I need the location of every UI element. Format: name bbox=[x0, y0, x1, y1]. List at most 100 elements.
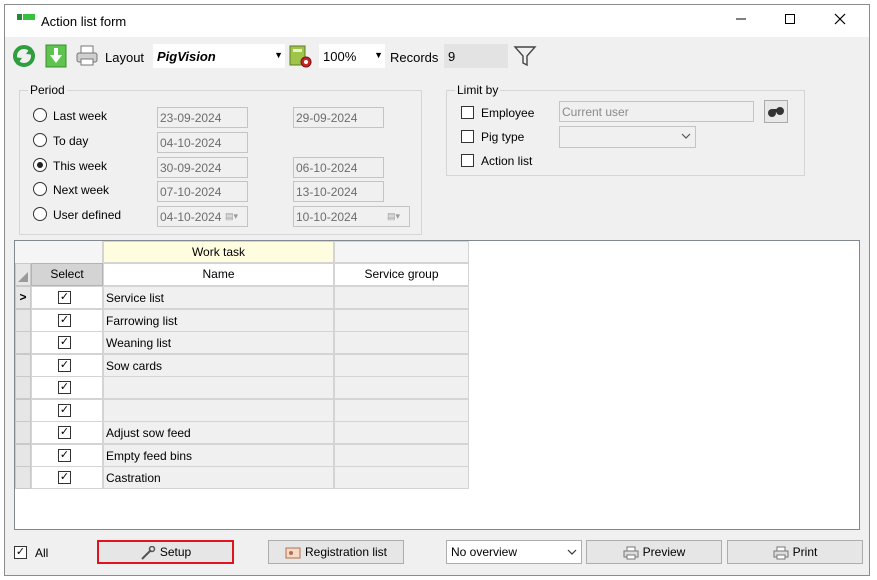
name-cell[interactable]: Weaning list bbox=[103, 331, 334, 354]
corner-triangle-icon bbox=[18, 272, 28, 282]
action-list-checkbox[interactable] bbox=[461, 154, 474, 167]
row-select-checkbox[interactable]: ✓ bbox=[58, 404, 71, 417]
calendar-icon[interactable]: ▤▾ bbox=[225, 211, 243, 222]
row-select-checkbox[interactable]: ✓ bbox=[58, 314, 71, 327]
name-cell[interactable]: Service list bbox=[103, 286, 334, 309]
select-cell: ✓ bbox=[31, 421, 103, 444]
work-task-group-header: Work task bbox=[103, 241, 334, 263]
row-header[interactable]: > bbox=[15, 286, 31, 309]
row-header[interactable] bbox=[15, 466, 31, 489]
preview-label: Preview bbox=[642, 545, 686, 559]
employee-value: Current user bbox=[562, 105, 629, 119]
name-cell[interactable] bbox=[103, 399, 334, 422]
calendar-icon[interactable]: ▤▾ bbox=[387, 211, 405, 222]
group-header-corner bbox=[15, 241, 103, 263]
setup-button[interactable]: Setup bbox=[97, 540, 234, 564]
refresh-button[interactable] bbox=[11, 43, 37, 69]
limit-by-legend: Limit by bbox=[457, 83, 499, 97]
refresh-icon bbox=[13, 45, 35, 67]
service-group-cell[interactable] bbox=[334, 444, 469, 467]
service-group-cell[interactable] bbox=[334, 286, 469, 309]
all-checkbox[interactable]: ✓ bbox=[14, 546, 27, 559]
maximize-button[interactable] bbox=[767, 5, 813, 37]
period-from-date[interactable]: 04-10-2024 ▤▾ bbox=[157, 206, 248, 227]
service-group-cell[interactable] bbox=[334, 354, 469, 377]
minimize-button[interactable] bbox=[718, 5, 764, 37]
action-list-window: Action list form Layout PigVision ▼ 100%… bbox=[4, 4, 870, 576]
row-select-checkbox[interactable]: ✓ bbox=[58, 381, 71, 394]
column-header-service-group[interactable]: Service group bbox=[334, 263, 469, 286]
name-cell[interactable]: Castration bbox=[103, 466, 334, 489]
row-select-checkbox[interactable]: ✓ bbox=[58, 291, 71, 304]
employee-checkbox[interactable] bbox=[461, 106, 474, 119]
row-header[interactable] bbox=[15, 421, 31, 444]
name-cell[interactable]: Empty feed bins bbox=[103, 444, 334, 467]
period-from-value: 04-10-2024 bbox=[160, 210, 222, 224]
preview-button[interactable]: Preview bbox=[586, 540, 722, 564]
pig-type-checkbox[interactable] bbox=[461, 130, 474, 143]
overview-select[interactable]: No overview bbox=[446, 540, 582, 564]
period-from-date: 04-10-2024 bbox=[157, 132, 248, 153]
registration-list-button[interactable]: Registration list bbox=[268, 540, 404, 564]
name-cell[interactable]: Farrowing list bbox=[103, 309, 334, 332]
print-toolbar-button[interactable] bbox=[74, 43, 100, 69]
row-header[interactable] bbox=[15, 354, 31, 377]
name-cell[interactable]: Adjust sow feed bbox=[103, 421, 334, 444]
row-select-checkbox[interactable]: ✓ bbox=[58, 471, 71, 484]
row-header[interactable] bbox=[15, 376, 31, 399]
row-header[interactable] bbox=[15, 444, 31, 467]
column-header-select[interactable]: Select bbox=[31, 263, 103, 286]
download-button[interactable] bbox=[43, 43, 69, 69]
row-header[interactable] bbox=[15, 399, 31, 422]
period-to-date[interactable]: 10-10-2024 ▤▾ bbox=[293, 206, 410, 227]
row-select-checkbox[interactable]: ✓ bbox=[58, 426, 71, 439]
period-radio-2[interactable] bbox=[33, 158, 47, 172]
pig-type-label: Pig type bbox=[481, 130, 525, 144]
column-header-name[interactable]: Name bbox=[103, 263, 334, 286]
period-radio-0[interactable] bbox=[33, 108, 47, 122]
layout-settings-icon bbox=[289, 45, 312, 68]
period-radio-3[interactable] bbox=[33, 182, 47, 196]
name-cell[interactable] bbox=[103, 376, 334, 399]
period-to-value: 13-10-2024 bbox=[296, 185, 358, 199]
filter-icon bbox=[513, 46, 537, 67]
period-from-date: 23-09-2024 bbox=[157, 107, 248, 128]
period-to-date: 29-09-2024 bbox=[293, 107, 384, 128]
period-radio-4[interactable] bbox=[33, 207, 47, 221]
employee-lookup-button[interactable] bbox=[764, 100, 788, 123]
filter-button[interactable] bbox=[512, 43, 538, 69]
layout-combo[interactable]: PigVision ▼ bbox=[153, 44, 285, 68]
zoom-combo[interactable]: 100% ▼ bbox=[319, 44, 385, 68]
period-from-date: 30-09-2024 bbox=[157, 157, 248, 178]
row-select-checkbox[interactable]: ✓ bbox=[58, 336, 71, 349]
row-header[interactable] bbox=[15, 309, 31, 332]
download-icon bbox=[45, 44, 67, 68]
printer-icon bbox=[773, 546, 789, 560]
group-header-blank bbox=[334, 241, 469, 263]
service-group-cell[interactable] bbox=[334, 421, 469, 444]
service-group-cell[interactable] bbox=[334, 399, 469, 422]
period-option-label: To day bbox=[53, 134, 89, 148]
layout-value: PigVision bbox=[157, 49, 216, 64]
name-cell[interactable]: Sow cards bbox=[103, 354, 334, 377]
service-group-cell[interactable] bbox=[334, 309, 469, 332]
service-group-cell[interactable] bbox=[334, 376, 469, 399]
period-option-label: Next week bbox=[53, 183, 110, 197]
layout-settings-button[interactable] bbox=[287, 43, 313, 69]
period-option-label: This week bbox=[53, 159, 108, 173]
row-select-checkbox[interactable]: ✓ bbox=[58, 359, 71, 372]
period-from-value: 07-10-2024 bbox=[160, 185, 222, 199]
maximize-icon bbox=[785, 14, 795, 24]
pig-type-select bbox=[559, 126, 696, 148]
period-option-label: User defined bbox=[53, 208, 122, 222]
row-header[interactable] bbox=[15, 331, 31, 354]
row-header-corner bbox=[15, 263, 31, 286]
service-group-cell[interactable] bbox=[334, 331, 469, 354]
period-radio-1[interactable] bbox=[33, 133, 47, 147]
period-from-date: 07-10-2024 bbox=[157, 181, 248, 202]
close-button[interactable] bbox=[817, 5, 863, 37]
row-select-checkbox[interactable]: ✓ bbox=[58, 449, 71, 462]
close-icon bbox=[834, 13, 846, 25]
service-group-cell[interactable] bbox=[334, 466, 469, 489]
print-button[interactable]: Print bbox=[727, 540, 863, 564]
